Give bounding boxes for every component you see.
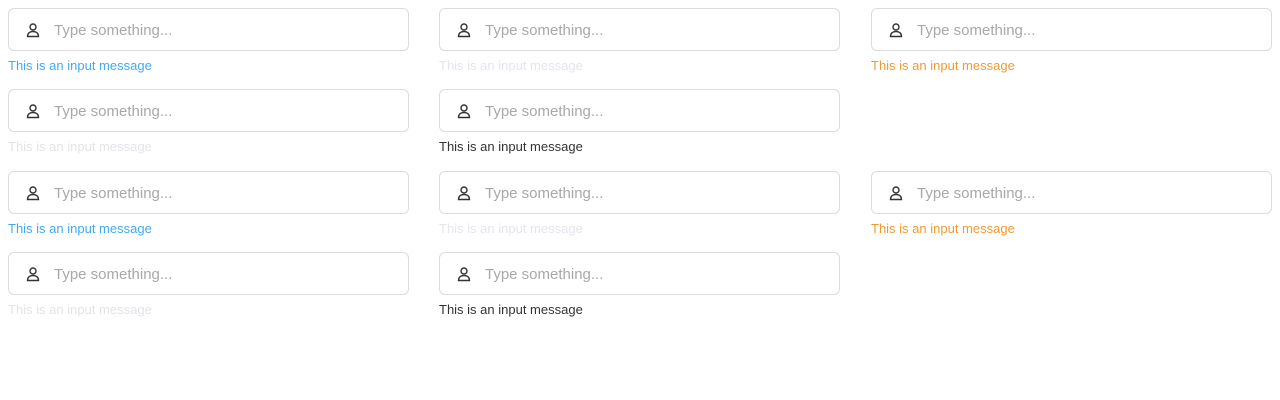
input-message: This is an input message: [8, 302, 152, 317]
user-icon: [456, 103, 472, 119]
user-icon: [25, 103, 41, 119]
input-message: This is an input message: [439, 58, 583, 73]
user-icon: [456, 266, 472, 282]
input-field: This is an input message: [8, 252, 409, 317]
input-box[interactable]: [8, 89, 409, 132]
text-input[interactable]: [485, 9, 827, 50]
input-message: This is an input message: [439, 221, 583, 236]
input-box[interactable]: [439, 171, 840, 214]
text-input[interactable]: [54, 172, 396, 213]
input-field: This is an input message: [8, 89, 409, 154]
input-message: This is an input message: [439, 139, 583, 154]
text-input[interactable]: [917, 172, 1259, 213]
input-box[interactable]: [8, 252, 409, 295]
text-input[interactable]: [485, 172, 827, 213]
user-icon: [25, 185, 41, 201]
input-box[interactable]: [439, 89, 840, 132]
input-field: This is an input message: [8, 171, 409, 236]
input-box[interactable]: [871, 8, 1272, 51]
user-icon: [888, 22, 904, 38]
text-input[interactable]: [54, 9, 396, 50]
input-field: This is an input message: [439, 8, 840, 73]
input-message: This is an input message: [8, 221, 152, 236]
input-box[interactable]: [871, 171, 1272, 214]
input-message: This is an input message: [871, 221, 1015, 236]
input-field: This is an input message: [871, 171, 1272, 236]
input-field: This is an input message: [439, 89, 840, 154]
input-box[interactable]: [439, 8, 840, 51]
user-icon: [456, 185, 472, 201]
user-icon: [25, 22, 41, 38]
input-message: This is an input message: [439, 302, 583, 317]
user-icon: [25, 266, 41, 282]
input-message: This is an input message: [8, 139, 152, 154]
text-input[interactable]: [54, 90, 396, 131]
user-icon: [888, 185, 904, 201]
input-field: This is an input message: [439, 171, 840, 236]
text-input[interactable]: [485, 90, 827, 131]
input-message: This is an input message: [8, 58, 152, 73]
input-box[interactable]: [8, 171, 409, 214]
input-box[interactable]: [8, 8, 409, 51]
text-input[interactable]: [485, 253, 827, 294]
input-field: This is an input message: [8, 8, 409, 73]
input-box[interactable]: [439, 252, 840, 295]
text-input[interactable]: [917, 9, 1259, 50]
input-message: This is an input message: [871, 58, 1015, 73]
user-icon: [456, 22, 472, 38]
input-field: This is an input message: [439, 252, 840, 317]
text-input[interactable]: [54, 253, 396, 294]
input-field: This is an input message: [871, 8, 1272, 73]
